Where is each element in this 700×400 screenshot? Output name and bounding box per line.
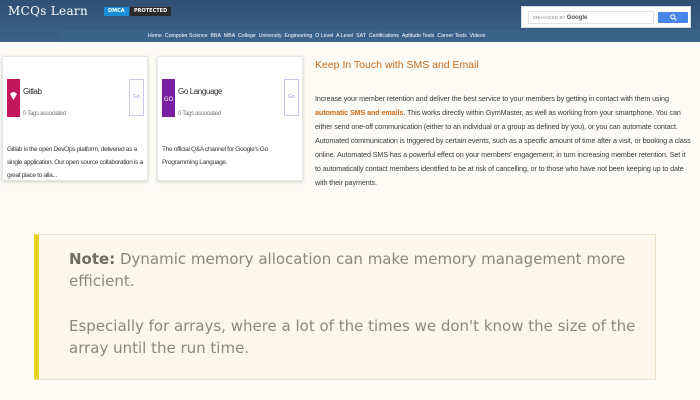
google-search-box: ENHANCED BY Google (521, 6, 691, 28)
nav-menu: Home Computer Science BBA MBA College Un… (148, 33, 485, 39)
note-text-1: Dynamic memory allocation can make memor… (69, 250, 626, 290)
gitlab-logo-icon (7, 79, 20, 117)
nav-item-o-level[interactable]: O Level (315, 33, 333, 39)
note-paragraph-1: Note: Dynamic memory allocation can make… (69, 248, 649, 292)
sms-body-highlight-link[interactable]: automatic SMS and emails (315, 108, 403, 117)
card-goto-button[interactable]: Go (129, 79, 144, 116)
sms-body-rest: . This works directly within GymMaster, … (315, 108, 691, 187)
dmca-badge[interactable]: DMCA (104, 7, 129, 16)
nav-item-engineering[interactable]: Engineering (285, 33, 313, 39)
go-language-logo-icon: GO (162, 79, 175, 117)
note-paragraph-2: Especially for arrays, where a lot of th… (69, 317, 636, 357)
card-go-language[interactable]: GO Go Language 0 Tags associated Go The … (157, 56, 303, 181)
google-label: Google (566, 15, 588, 21)
sms-section-body: Increase your member retention and deliv… (315, 92, 693, 190)
note-label: Note: (69, 250, 116, 268)
search-button[interactable] (658, 12, 688, 23)
nav-item-bba[interactable]: BBA (211, 33, 221, 39)
sms-body-intro: Increase your member retention and deliv… (315, 94, 669, 103)
nav-item-videos[interactable]: Videos (470, 33, 486, 39)
nav-item-certifications[interactable]: Certifications (369, 33, 399, 39)
card-goto-button[interactable]: Go (284, 79, 299, 116)
card-description: Gitlab is the open DevOps platform, deli… (7, 146, 143, 179)
card-title[interactable]: Go Language (178, 87, 222, 96)
protected-badge: PROTECTED (130, 7, 172, 16)
site-brand[interactable]: MCQs Learn (8, 4, 88, 18)
nav-item-computer-science[interactable]: Computer Science (165, 33, 208, 39)
nav-item-home[interactable]: Home (148, 33, 162, 39)
nav-item-mba[interactable]: MBA (224, 33, 235, 39)
sms-section-title: Keep In Touch with SMS and Email (315, 59, 479, 71)
nav-item-a-level[interactable]: A Level (336, 33, 353, 39)
svg-text:GO: GO (164, 96, 174, 103)
search-icon (670, 14, 677, 21)
nav-item-aptitude-tests[interactable]: Aptitude Tests (402, 33, 435, 39)
nav-item-college[interactable]: College (238, 33, 256, 39)
card-description: The official Q&A channel for Google's Go… (162, 146, 268, 166)
nav-item-sat[interactable]: SAT (356, 33, 366, 39)
card-subtitle: 0 Tags associated (178, 111, 221, 117)
nav-item-university[interactable]: University (259, 33, 282, 39)
search-enhanced-label: ENHANCED BY (533, 15, 566, 20)
card-subtitle: 0 Tags associated (23, 111, 66, 117)
card-title[interactable]: Gitlab (23, 87, 42, 96)
search-input[interactable]: ENHANCED BY Google (528, 11, 654, 24)
note-callout: Note: Dynamic memory allocation can make… (34, 234, 656, 380)
nav-item-career-tests[interactable]: Career Tests (437, 33, 466, 39)
card-gitlab[interactable]: Gitlab 0 Tags associated Go Gitlab is th… (2, 56, 148, 181)
